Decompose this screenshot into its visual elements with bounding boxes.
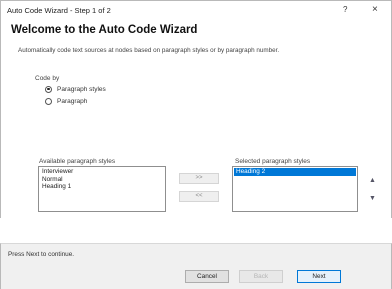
list-item[interactable]: Heading 1: [40, 183, 164, 191]
list-item[interactable]: Normal: [40, 176, 164, 184]
next-button[interactable]: Next: [297, 270, 341, 283]
radio-paragraph[interactable]: Paragraph: [45, 96, 87, 106]
add-style-button[interactable]: >>: [179, 173, 219, 184]
status-text: Press Next to continue.: [8, 251, 75, 258]
radio-label: Paragraph: [57, 97, 88, 105]
available-styles-list[interactable]: Interviewer Normal Heading 1: [38, 166, 166, 212]
available-styles-label: Available paragraph styles: [39, 158, 116, 165]
page-title: Welcome to the Auto Code Wizard: [11, 24, 198, 36]
list-item[interactable]: Heading 2: [234, 168, 356, 176]
help-button[interactable]: ?: [343, 5, 347, 14]
wizard-dialog: Auto Code Wizard - Step 1 of 2 ? × Welco…: [0, 0, 392, 218]
selected-styles-list[interactable]: Heading 2: [232, 166, 358, 212]
title-bar: Auto Code Wizard - Step 1 of 2 ? ×: [1, 1, 391, 23]
code-by-label: Code by: [35, 75, 60, 82]
cancel-button[interactable]: Cancel: [185, 270, 229, 283]
wizard-footer: Press Next to continue. Cancel Back Next: [0, 243, 392, 289]
remove-style-button[interactable]: <<: [179, 191, 219, 202]
selected-styles-label: Selected paragraph styles: [235, 158, 311, 165]
move-down-icon[interactable]: ▼: [367, 193, 378, 204]
close-icon[interactable]: ×: [372, 4, 378, 15]
radio-paragraph-styles[interactable]: Paragraph styles: [45, 84, 106, 94]
back-button[interactable]: Back: [239, 270, 283, 283]
wizard-description: Automatically code text sources at nodes…: [18, 47, 280, 54]
radio-unselected-icon[interactable]: [45, 97, 52, 105]
window-title: Auto Code Wizard - Step 1 of 2: [7, 6, 111, 15]
radio-label: Paragraph styles: [57, 85, 106, 93]
list-item[interactable]: Interviewer: [40, 168, 164, 176]
radio-selected-icon[interactable]: [45, 85, 52, 93]
move-up-icon[interactable]: ▲: [367, 175, 378, 186]
